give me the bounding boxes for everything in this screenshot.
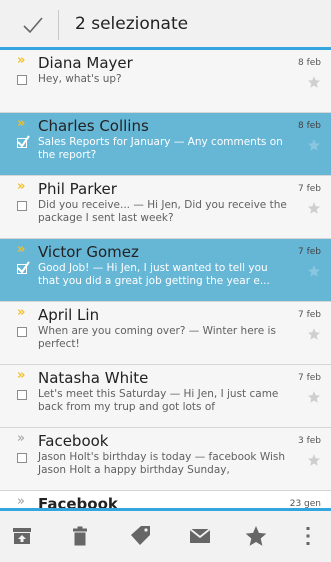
email-preview: Sales Reports for January — Any comments… [38, 136, 283, 161]
email-checkbox[interactable] [17, 75, 27, 85]
important-marker-icon[interactable]: » [17, 306, 26, 319]
email-row-7[interactable]: » Facebook 23 gen [0, 491, 331, 508]
star-icon[interactable] [307, 453, 321, 467]
email-preview: Jason Holt's birthday is today — faceboo… [38, 451, 286, 476]
email-date: 7 feb [297, 247, 321, 257]
email-sender: Charles Collins [38, 117, 149, 135]
star-icon[interactable] [307, 201, 321, 215]
trash-icon[interactable] [68, 524, 92, 548]
important-marker-icon[interactable]: » [17, 243, 26, 256]
important-marker-icon[interactable]: » [17, 495, 25, 508]
email-preview: When are you coming over? — Winter here … [38, 325, 276, 350]
email-list: » Diana Mayer 8 feb Hey, what's up? » Ch… [0, 50, 331, 508]
email-row-0[interactable]: » Diana Mayer 8 feb Hey, what's up? [0, 50, 331, 113]
overflow-menu-icon[interactable] [296, 524, 320, 548]
selection-action-bar: 2 selezionate [0, 0, 331, 50]
important-marker-icon[interactable]: » [17, 117, 26, 130]
star-icon[interactable] [307, 390, 321, 404]
important-marker-icon[interactable]: » [17, 180, 26, 193]
archive-icon[interactable] [10, 524, 34, 548]
email-row-2[interactable]: » Phil Parker 7 feb Did you receive... —… [0, 176, 331, 239]
email-date: 8 feb [297, 121, 321, 131]
mark-unread-icon[interactable] [188, 524, 212, 548]
email-sender: Diana Mayer [38, 54, 133, 72]
important-marker-icon[interactable]: » [17, 369, 26, 382]
email-checkbox[interactable] [17, 453, 27, 463]
star-icon[interactable] [307, 327, 321, 341]
email-row-5[interactable]: » Natasha White 7 feb Let's meet this Sa… [0, 365, 331, 428]
star-icon[interactable] [307, 264, 321, 278]
email-date: 7 feb [297, 373, 321, 383]
star-icon[interactable] [307, 138, 321, 152]
email-date: 8 feb [297, 58, 321, 68]
email-checkbox[interactable] [17, 135, 30, 148]
email-sender: Natasha White [38, 369, 149, 387]
email-date: 7 feb [297, 310, 321, 320]
email-sender: April Lin [38, 306, 100, 324]
email-sender: Facebook [38, 495, 118, 508]
email-row-6[interactable]: » Facebook 3 feb Jason Holt's birthday i… [0, 428, 331, 491]
email-sender: Phil Parker [38, 180, 117, 198]
email-row-4[interactable]: » April Lin 7 feb When are you coming ov… [0, 302, 331, 365]
email-date: 7 feb [297, 184, 321, 194]
selected-count: 2 selezionate [75, 14, 189, 34]
email-sender: Facebook [38, 432, 109, 450]
label-icon[interactable] [128, 524, 152, 548]
bottom-toolbar [0, 508, 331, 562]
email-sender: Victor Gomez [38, 243, 139, 261]
email-row-3[interactable]: » Victor Gomez 7 feb Good Job! — Hi Jen,… [0, 239, 331, 302]
email-checkbox[interactable] [17, 327, 27, 337]
email-preview: Let's meet this Saturday — Hi Jen, I jus… [38, 388, 279, 413]
email-preview: Hey, what's up? [38, 73, 122, 85]
email-date: 23 gen [289, 499, 321, 508]
done-check-icon[interactable] [22, 14, 44, 36]
email-checkbox[interactable] [17, 390, 27, 400]
email-preview: Good Job! — Hi Jen, I just wanted to tel… [38, 262, 270, 287]
email-checkbox[interactable] [17, 201, 27, 211]
important-marker-icon[interactable]: » [17, 432, 25, 445]
email-row-1[interactable]: » Charles Collins 8 feb Sales Reports fo… [0, 113, 331, 176]
star-icon[interactable] [244, 524, 268, 548]
email-date: 3 feb [297, 436, 321, 446]
divider [58, 10, 59, 40]
email-preview: Did you receive... — Hi Jen, Did you rec… [38, 199, 287, 224]
star-icon[interactable] [307, 75, 321, 89]
email-checkbox[interactable] [17, 261, 30, 274]
important-marker-icon[interactable]: » [17, 54, 26, 67]
